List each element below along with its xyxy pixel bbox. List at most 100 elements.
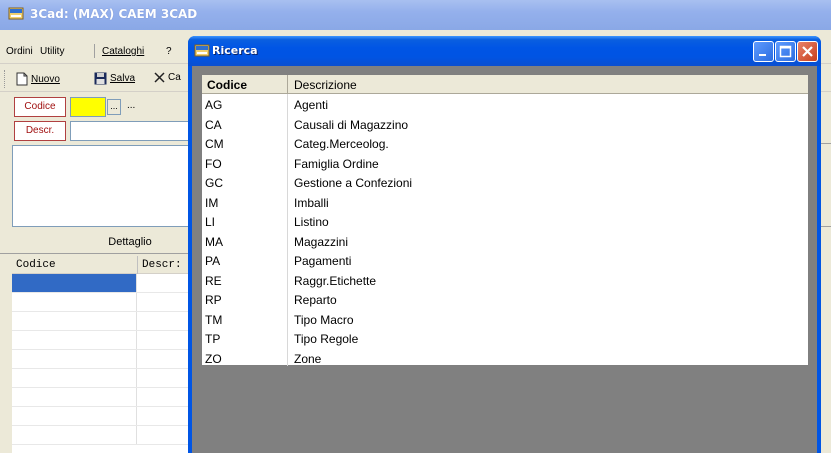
menu-cataloghi[interactable]: Cataloghi [102, 46, 144, 57]
item-code: TM [205, 312, 223, 327]
window-title: 3Cad: (MAX) CAEM 3CAD [30, 7, 198, 21]
item-description: Gestione a Confezioni [294, 176, 413, 190]
item-description: Magazzini [294, 234, 349, 249]
codice-label-text: Codice [24, 101, 56, 112]
grid-cell[interactable] [12, 388, 137, 406]
item-code: IM [205, 195, 219, 210]
grid-cell[interactable] [12, 331, 137, 349]
item-code: FO [205, 156, 222, 171]
list-item[interactable]: ZO Zone [202, 350, 808, 370]
codice-input[interactable] [70, 97, 106, 117]
item-description: Tipo Macro [294, 312, 354, 327]
grid-cell[interactable] [12, 312, 137, 330]
item-code: GC [205, 176, 223, 190]
item-code: AG [205, 98, 223, 112]
dialog-app-icon [194, 43, 210, 59]
item-description: Zone [294, 351, 322, 366]
descr-label: Descr. [14, 121, 66, 141]
column-header-descrizione[interactable]: Descrizione [294, 78, 357, 92]
grid-header-separator [137, 256, 138, 274]
item-description: Pagamenti [294, 254, 352, 268]
close-button[interactable] [797, 41, 818, 62]
toolbar-grip[interactable] [4, 70, 7, 88]
item-code: LI [205, 215, 216, 229]
column-header-codice[interactable]: Codice [207, 78, 247, 92]
maximize-icon [779, 45, 792, 58]
grid-row[interactable] [12, 350, 212, 369]
maximize-button[interactable] [775, 41, 796, 62]
dialog-title: Ricerca [212, 44, 258, 57]
memo-textarea[interactable] [12, 145, 212, 227]
main-titlebar[interactable]: 3Cad: (MAX) CAEM 3CAD [0, 0, 831, 30]
list-item[interactable]: RP Reparto [202, 291, 808, 311]
grid-cell[interactable] [12, 407, 137, 425]
menu-ordini[interactable]: Ordini [6, 46, 33, 57]
grid-row[interactable] [12, 388, 212, 407]
grid-header: Codice Descr: [12, 256, 212, 274]
list-item[interactable]: CA Causali di Magazzino [202, 116, 808, 136]
item-description: Categ.Merceolog. [294, 137, 389, 151]
descr-input[interactable] [70, 121, 200, 141]
list-item[interactable]: AG Agenti [202, 96, 808, 116]
detail-grid[interactable]: Codice Descr: [12, 256, 212, 453]
save-button[interactable]: Salva [94, 72, 135, 85]
item-code: ZO [205, 351, 222, 366]
new-button[interactable]: Nuovo [16, 72, 60, 86]
codice-browse-button[interactable]: ... [107, 99, 121, 115]
grid-cell[interactable] [12, 350, 137, 368]
list-item[interactable]: FO Famiglia Ordine [202, 155, 808, 175]
grid-row[interactable] [12, 331, 212, 350]
new-document-icon [16, 72, 28, 86]
grid-header-codice[interactable]: Codice [16, 259, 56, 271]
item-description: Reparto [294, 293, 337, 307]
grid-row[interactable] [12, 407, 212, 426]
list-item[interactable]: LI Listino [202, 213, 808, 233]
grid-row-selected[interactable] [12, 274, 212, 293]
grid-cell[interactable] [12, 426, 137, 444]
grid-row[interactable] [12, 369, 212, 388]
item-code: RP [205, 293, 222, 307]
cancel-button-label: Ca [168, 72, 181, 83]
list-item[interactable]: RE Raggr.Etichette [202, 272, 808, 292]
item-code: CA [205, 117, 222, 132]
list-item[interactable]: PA Pagamenti [202, 252, 808, 272]
list-item[interactable]: TP Tipo Regole [202, 330, 808, 350]
search-results-list[interactable]: Codice Descrizione AG Agenti CA Causali di… [201, 74, 809, 366]
minimize-button[interactable] [753, 41, 774, 62]
menu-separator [94, 44, 95, 58]
item-description: Raggr.Etichette [294, 273, 377, 288]
menu-help[interactable]: ? [166, 46, 172, 57]
item-code: CM [205, 137, 224, 151]
grid-row[interactable] [12, 293, 212, 312]
grid-row[interactable] [12, 426, 212, 445]
x-cancel-icon [154, 72, 165, 83]
list-item[interactable]: TM Tipo Macro [202, 311, 808, 331]
dettaglio-tab[interactable]: Dettaglio [70, 230, 190, 252]
new-button-label: Nuovo [31, 73, 60, 85]
grid-cell[interactable] [12, 274, 137, 292]
list-item[interactable]: CM Categ.Merceolog. [202, 135, 808, 155]
item-description: Causali di Magazzino [294, 117, 409, 132]
grid-cell[interactable] [12, 369, 137, 387]
item-description: Listino [294, 215, 329, 229]
grid-header-descr[interactable]: Descr: [142, 259, 182, 271]
list-item[interactable]: MA Magazzini [202, 233, 808, 253]
menu-utility[interactable]: Utility [40, 46, 64, 57]
item-description: Tipo Regole [294, 332, 359, 346]
codice-label: Codice [14, 97, 66, 117]
column-separator[interactable] [287, 75, 288, 94]
item-code: RE [205, 273, 222, 288]
item-code: TP [205, 332, 221, 346]
app-icon [8, 6, 24, 22]
dialog-titlebar[interactable]: Ricerca [188, 36, 821, 66]
floppy-disk-icon [94, 72, 107, 85]
item-code: PA [205, 254, 221, 268]
save-button-label: Salva [110, 73, 136, 84]
grid-cell[interactable] [12, 293, 137, 311]
list-item[interactable]: IM Imballi [202, 194, 808, 214]
minimize-icon [759, 54, 766, 56]
cancel-button[interactable]: Ca [154, 72, 181, 83]
grid-row[interactable] [12, 312, 212, 331]
list-item[interactable]: GC Gestione a Confezioni [202, 174, 808, 194]
descr-label-text: Descr. [25, 125, 55, 136]
